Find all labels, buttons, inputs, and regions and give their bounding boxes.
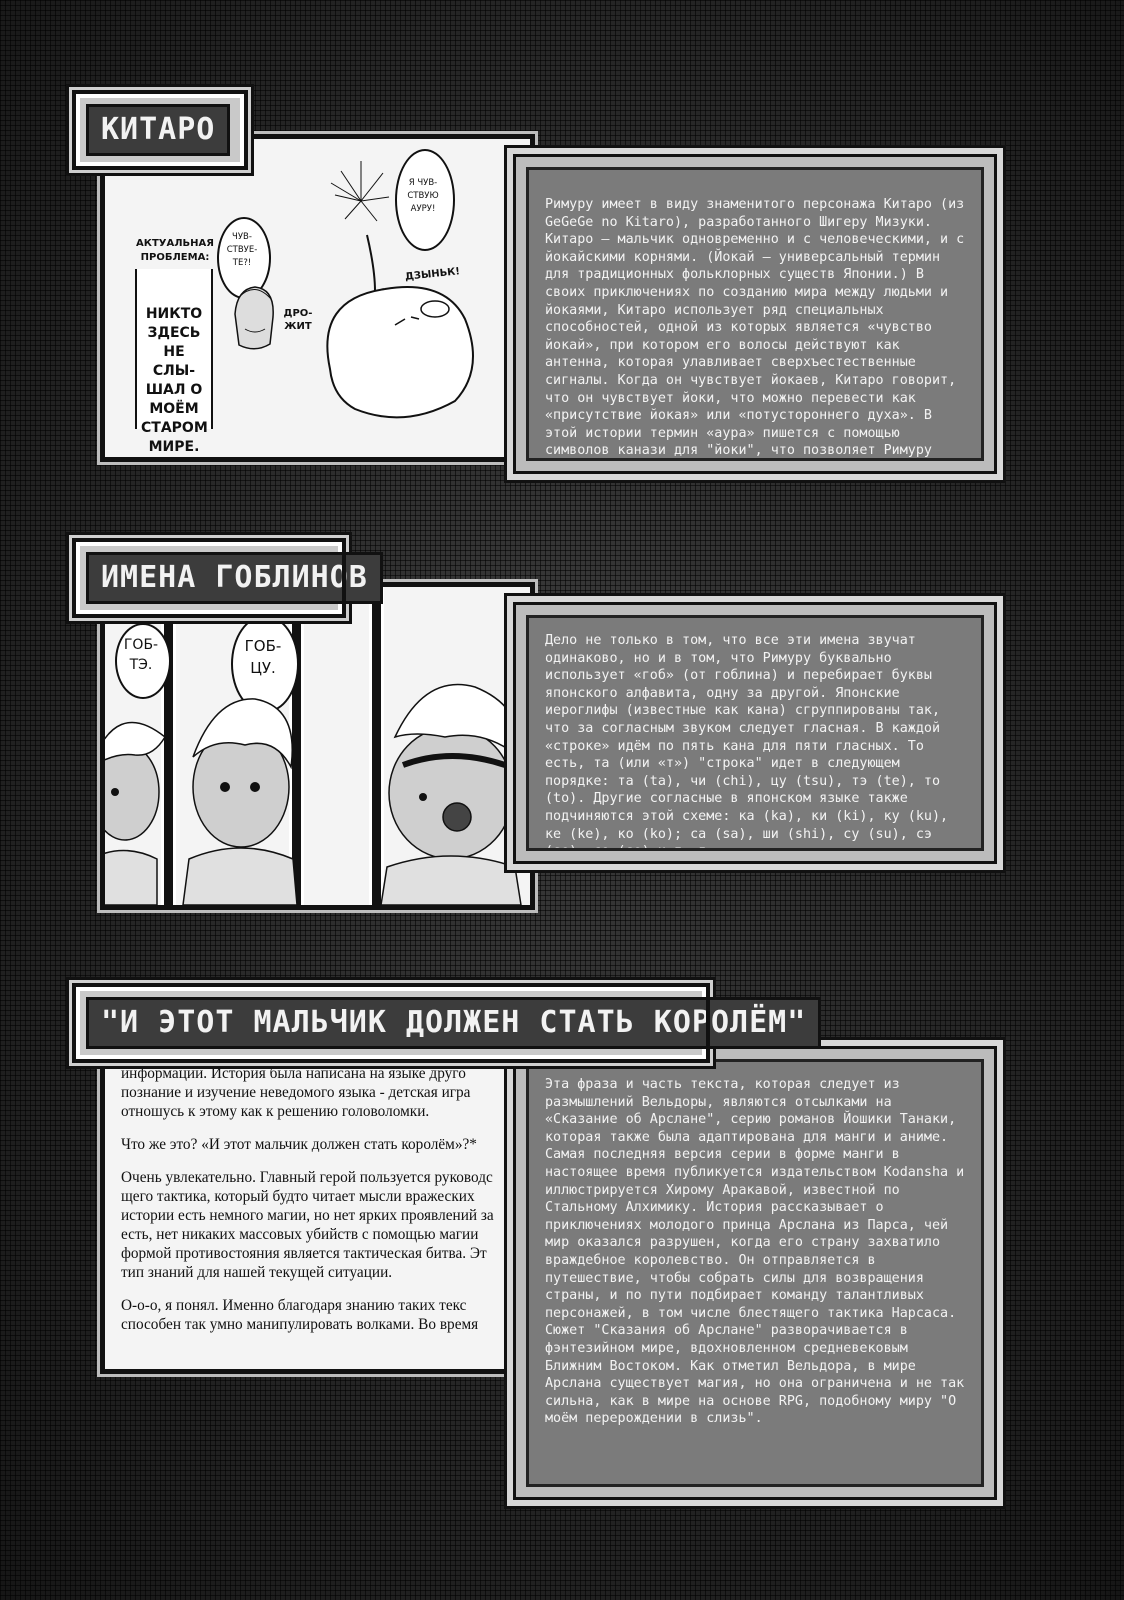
slime-illustration — [234, 161, 474, 419]
novel-line: О-о-о, я понял. Именно благодаря знанию … — [121, 1297, 467, 1314]
novel-line: Что же это? «И этот мальчик должен стать… — [121, 1136, 477, 1153]
novel-excerpt-panel: То, что я нашёл, было кладезем деталей. … — [97, 1023, 538, 1377]
king-title: "И ЭТОТ МАЛЬЧИК ДОЛЖЕН СТАТЬ КОРОЛЁМ" — [86, 997, 822, 1049]
novel-line: познание и изучение неведомого языка - д… — [121, 1084, 471, 1101]
novel-line: Очень увлекательно. Главный герой пользу… — [121, 1169, 493, 1186]
kitaro-info-box: Римуру имеет в виду знаменитого персонаж… — [513, 154, 997, 474]
novel-line: способен так умно манипулировать волками… — [121, 1316, 479, 1333]
novel-line: тип знаний для нашей текущей ситуации. — [121, 1264, 393, 1281]
novel-excerpt-text: То, что я нашёл, было кладезем деталей. … — [121, 1045, 494, 1348]
novel-line: отношусь к этому как к решению головолом… — [121, 1103, 430, 1120]
novel-paragraph: Очень увлекательно. Главный герой пользу… — [121, 1168, 494, 1282]
novel-line: истории есть немного магии, но нет ярких… — [121, 1207, 494, 1224]
king-title-plate: "И ЭТОТ МАЛЬЧИК ДОЛЖЕН СТАТЬ КОРОЛЁМ" — [72, 983, 822, 1063]
goblin-kids-illustration — [105, 683, 522, 905]
kitaro-manga-panel: НИКТО ЗДЕСЬ НЕ СЛЫ- ШАЛ О МОЁМ СТАРОМ МИ… — [97, 131, 538, 465]
king-info-box: Эта фраза и часть текста, которая следуе… — [513, 1046, 997, 1500]
novel-line: щего тактика, который будто читает мысли… — [121, 1188, 475, 1205]
goblins-manga-panel: ГОБ- ТЭ. ГОБ- ЦУ. — [97, 579, 538, 913]
novel-line: формой противостояния является тактическ… — [121, 1245, 487, 1262]
goblins-info-box: Дело не только в том, что все эти имена … — [513, 602, 997, 864]
kitaro-info-text: Римуру имеет в виду знаменитого персонаж… — [526, 167, 984, 461]
kitaro-title: КИТАРО — [86, 104, 231, 156]
goblins-title-plate: ИМЕНА ГОБЛИНОВ — [72, 538, 383, 618]
kitaro-title-plate: КИТАРО — [72, 90, 248, 170]
novel-paragraph: О-о-о, я понял. Именно благодаря знанию … — [121, 1296, 494, 1334]
novel-paragraph: Что же это? «И этот мальчик должен стать… — [121, 1135, 494, 1154]
king-info-text: Эта фраза и часть текста, которая следуе… — [526, 1059, 984, 1487]
novel-line: информации. История была написана на язы… — [121, 1065, 466, 1082]
goblins-title: ИМЕНА ГОБЛИНОВ — [86, 552, 383, 604]
novel-line: есть, нет никаких массовых убийств с пом… — [121, 1226, 479, 1243]
goblins-info-text: Дело не только в том, что все эти имена … — [526, 615, 984, 851]
